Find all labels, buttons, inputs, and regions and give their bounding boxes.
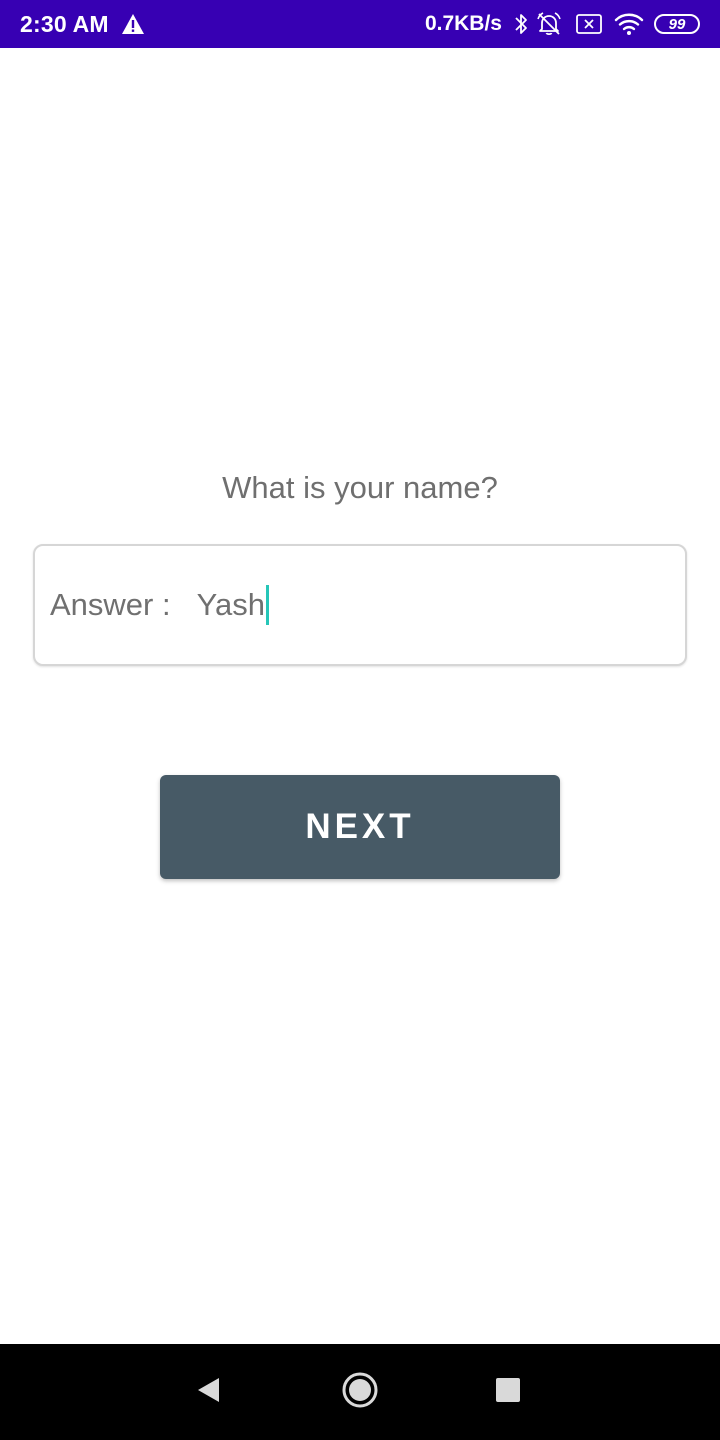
battery-level: 99 (668, 15, 686, 33)
back-button[interactable] (180, 1344, 236, 1440)
notifications-off-icon (536, 11, 562, 37)
status-left: 2:30 AM (20, 11, 145, 38)
answer-label: Answer : (50, 587, 171, 622)
screen: 2:30 AM 0.7KB/s 99 What is your name? An… (0, 0, 720, 1440)
status-bar: 2:30 AM 0.7KB/s 99 (0, 0, 720, 48)
recents-icon (495, 1377, 521, 1408)
recents-button[interactable] (480, 1344, 536, 1440)
navigation-bar (0, 1344, 720, 1440)
battery-icon: 99 (654, 14, 700, 34)
bluetooth-icon (514, 12, 528, 36)
status-right: 0.7KB/s 99 (425, 11, 700, 37)
home-button[interactable] (332, 1344, 388, 1440)
answer-value[interactable]: Yash (197, 587, 265, 623)
wifi-icon (614, 12, 644, 36)
home-icon (341, 1371, 379, 1414)
alert-icon (121, 13, 145, 35)
network-speed: 0.7KB/s (424, 12, 502, 35)
sim-error-icon (576, 14, 602, 34)
next-button[interactable]: NEXT (160, 775, 560, 879)
status-time: 2:30 AM (20, 10, 109, 37)
back-icon (195, 1376, 221, 1409)
question-text: What is your name? (222, 470, 498, 505)
answer-input[interactable]: Answer : Yash (33, 544, 687, 666)
text-caret (265, 585, 269, 625)
